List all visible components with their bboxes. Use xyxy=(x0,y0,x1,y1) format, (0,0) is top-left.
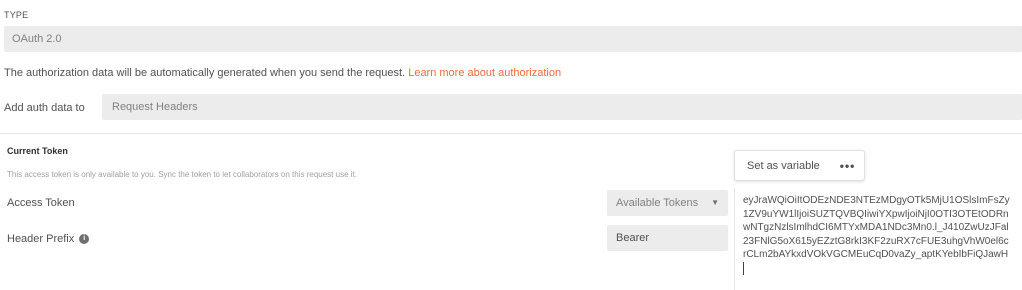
auth-info-message: The authorization data will be automatic… xyxy=(4,67,406,79)
type-label: TYPE xyxy=(4,10,29,20)
set-as-variable-button[interactable]: Set as variable xyxy=(735,160,830,172)
access-token-label: Access Token xyxy=(7,197,75,209)
set-as-variable-popup: Set as variable ••• xyxy=(734,150,865,181)
add-auth-data-label: Add auth data to xyxy=(4,102,85,114)
header-prefix-label: Header Prefix i xyxy=(7,233,90,245)
caret-down-icon: ▼ xyxy=(711,198,719,207)
auth-info-text: The authorization data will be automatic… xyxy=(4,67,561,79)
token-line: rCLm2bAYkxdVOkVGCMEuCqD0vaZy_aptKYebIbFi… xyxy=(743,249,1009,260)
section-divider xyxy=(0,133,1022,134)
info-icon[interactable]: i xyxy=(79,234,90,244)
learn-more-link[interactable]: Learn more about authorization xyxy=(408,67,561,79)
header-prefix-input[interactable]: Bearer xyxy=(607,225,728,251)
token-line: 1ZV9uYW1lIjoiSUZTQVBQIiwiYXpwIjoiNjI0OTI… xyxy=(743,208,1009,220)
access-token-textarea[interactable]: eyJraWQiOiItODEzNDE3NTEzMDgyOTk5MjU1OSls… xyxy=(734,188,1022,290)
token-line: wNTgzNzlsImlhdCI6MTYxMDA1NDc3Mn0.l_J410Z… xyxy=(743,222,1009,233)
auth-type-select[interactable]: OAuth 2.0 xyxy=(4,26,1022,52)
header-prefix-text: Header Prefix xyxy=(7,233,75,245)
available-tokens-dropdown[interactable]: Available Tokens ▼ xyxy=(607,190,728,216)
more-options-icon[interactable]: ••• xyxy=(830,159,866,173)
available-tokens-label: Available Tokens xyxy=(616,197,699,209)
current-token-title: Current Token xyxy=(7,146,68,156)
token-line: eyJraWQiOiItODEzNDE3NTEzMDgyOTk5MjU1OSls… xyxy=(743,195,1010,206)
add-auth-data-select[interactable]: Request Headers xyxy=(102,94,1022,120)
text-cursor xyxy=(743,261,744,275)
current-token-description: This access token is only available to y… xyxy=(7,170,357,179)
token-line: 23FNlG5oX615yEZztG8rkI3KF2zuRX7cFUE3uhgV… xyxy=(743,235,1009,247)
